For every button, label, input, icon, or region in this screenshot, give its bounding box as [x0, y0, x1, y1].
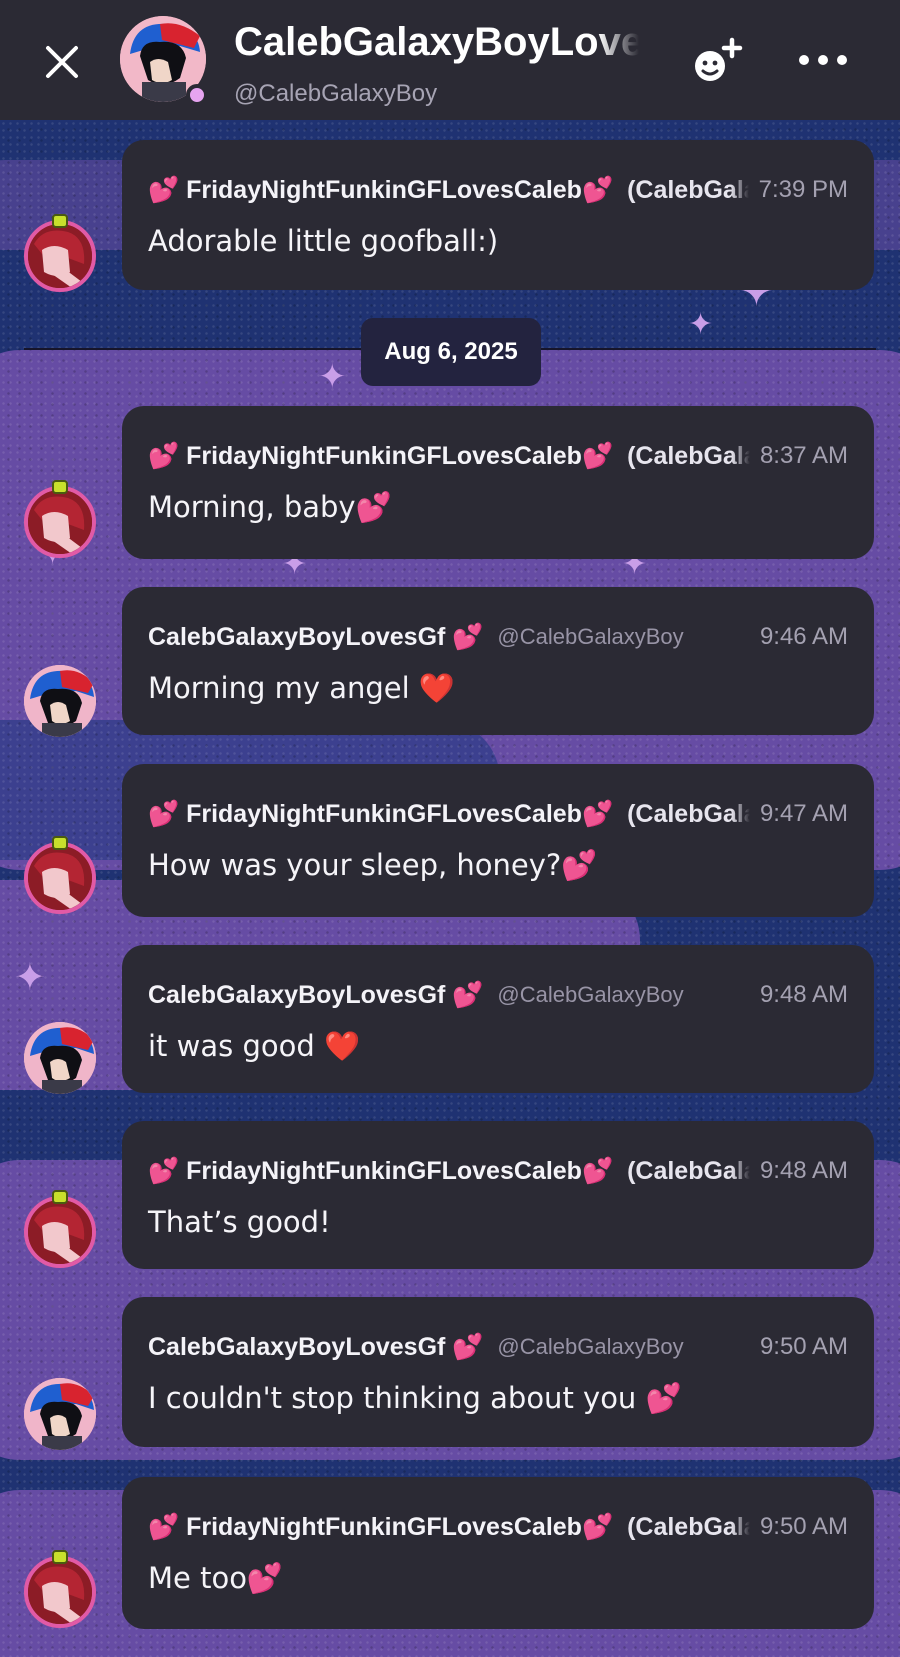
- message-text: Morning, baby💕: [148, 490, 392, 524]
- message-card[interactable]: 💕 FridayNightFunkinGFLovesCaleb💕 (CalebG…: [122, 1477, 874, 1629]
- message-header: CalebGalaxyBoyLovesGf 💕 @CalebGalaxyBoy …: [148, 1329, 848, 1365]
- avatar[interactable]: [24, 1022, 96, 1094]
- message-card[interactable]: 💕 FridayNightFunkinGFLovesCaleb💕 (CalebG…: [122, 764, 874, 917]
- timestamp: 9:47 AM: [759, 800, 848, 827]
- author-name[interactable]: CalebGalaxyBoyLovesGf 💕: [148, 981, 483, 1010]
- avatar[interactable]: [24, 1196, 96, 1268]
- sparkle-icon: ✦: [14, 955, 46, 999]
- author-tag: @CalebGalaxyBoy: [497, 1334, 684, 1359]
- timestamp: 9:46 AM: [759, 623, 848, 650]
- more-options-button[interactable]: [795, 42, 851, 78]
- avatar-image: [24, 665, 96, 737]
- message-header: 💕 FridayNightFunkinGFLovesCaleb💕 (CalebG…: [148, 172, 848, 208]
- avatar[interactable]: [24, 486, 96, 558]
- message-header: 💕 FridayNightFunkinGFLovesCaleb💕 (CalebG…: [148, 438, 848, 474]
- message-header: CalebGalaxyBoyLovesGf 💕 @CalebGalaxyBoy …: [148, 977, 848, 1013]
- message-card[interactable]: CalebGalaxyBoyLovesGf 💕 @CalebGalaxyBoy …: [122, 1297, 874, 1447]
- message-card[interactable]: CalebGalaxyBoyLovesGf 💕 @CalebGalaxyBoy …: [122, 587, 874, 735]
- message-text: Morning my angel ❤️: [148, 671, 456, 705]
- author-name[interactable]: 💕 FridayNightFunkinGFLovesCaleb💕: [148, 442, 613, 471]
- chat-header: CalebGalaxyBoyLovesGf @CalebGalaxyBoy: [0, 0, 900, 120]
- message-card[interactable]: 💕 FridayNightFunkinGFLovesCaleb💕 (CalebG…: [122, 406, 874, 559]
- message-header: 💕 FridayNightFunkinGFLovesCaleb💕 (CalebG…: [148, 1509, 848, 1545]
- author-name[interactable]: 💕 FridayNightFunkinGFLovesCaleb💕: [148, 1513, 613, 1542]
- author-name[interactable]: CalebGalaxyBoyLovesGf 💕: [148, 1333, 483, 1362]
- avatar[interactable]: [24, 842, 96, 914]
- timestamp: 7:39 PM: [758, 176, 848, 203]
- message-card[interactable]: CalebGalaxyBoyLovesGf 💕 @CalebGalaxyBoy …: [122, 945, 874, 1093]
- author-tag: (CalebGalaxyGirl): [627, 175, 749, 204]
- page-title[interactable]: CalebGalaxyBoyLovesGf: [234, 20, 639, 65]
- close-icon: [46, 46, 78, 78]
- close-button[interactable]: [36, 36, 88, 88]
- message-text: That’s good!: [148, 1205, 331, 1239]
- message-text: Me too💕: [148, 1561, 284, 1595]
- message-card[interactable]: 💕 FridayNightFunkinGFLovesCaleb💕 (CalebG…: [122, 140, 874, 290]
- add-friend-button[interactable]: [688, 36, 748, 86]
- message-text: I couldn't stop thinking about you 💕: [148, 1381, 682, 1415]
- message-header: CalebGalaxyBoyLovesGf 💕 @CalebGalaxyBoy …: [148, 619, 848, 655]
- avatar-image: [28, 846, 92, 910]
- author-name[interactable]: 💕 FridayNightFunkinGFLovesCaleb💕: [148, 800, 613, 829]
- status-badge: [52, 836, 68, 850]
- message-header: 💕 FridayNightFunkinGFLovesCaleb💕 (CalebG…: [148, 1153, 848, 1189]
- author-tag: (CalebGalaxyGirl): [627, 441, 750, 470]
- avatar[interactable]: [24, 220, 96, 292]
- timestamp: 8:37 AM: [759, 442, 848, 469]
- sparkle-icon: ✦: [688, 307, 714, 342]
- sparkle-icon: ✦: [318, 357, 347, 397]
- online-status-badge: [186, 84, 208, 106]
- message-header: 💕 FridayNightFunkinGFLovesCaleb💕 (CalebG…: [148, 796, 848, 832]
- username-subtitle: @CalebGalaxyBoy: [234, 80, 438, 107]
- avatar-image: [24, 1022, 96, 1094]
- more-icon: [799, 55, 847, 65]
- avatar-image: [28, 1560, 92, 1624]
- status-badge: [52, 480, 68, 494]
- author-name[interactable]: CalebGalaxyBoyLovesGf 💕: [148, 623, 483, 652]
- status-badge: [52, 1190, 68, 1204]
- avatar[interactable]: [24, 1378, 96, 1450]
- timestamp: 9:50 AM: [759, 1513, 848, 1540]
- timestamp: 9:48 AM: [759, 981, 848, 1008]
- avatar-image: [28, 1200, 92, 1264]
- timestamp: 9:50 AM: [759, 1333, 848, 1360]
- avatar-image: [28, 490, 92, 554]
- status-badge: [52, 214, 68, 228]
- author-tag: (CalebGalaxyGirl): [627, 1512, 750, 1541]
- avatar-image: [24, 1378, 96, 1450]
- message-text: Adorable little goofball:): [148, 224, 499, 258]
- author-tag: @CalebGalaxyBoy: [497, 624, 684, 649]
- add-friend-icon: [695, 37, 743, 81]
- status-badge: [52, 1550, 68, 1564]
- author-name[interactable]: 💕 FridayNightFunkinGFLovesCaleb💕: [148, 1157, 613, 1186]
- avatar[interactable]: [24, 1556, 96, 1628]
- author-name[interactable]: 💕 FridayNightFunkinGFLovesCaleb💕: [148, 176, 613, 205]
- message-card[interactable]: 💕 FridayNightFunkinGFLovesCaleb💕 (CalebG…: [122, 1121, 874, 1269]
- date-divider: Aug 6, 2025: [361, 318, 541, 386]
- message-text: it was good ❤️: [148, 1029, 361, 1063]
- author-tag: @CalebGalaxyBoy: [497, 982, 684, 1007]
- author-tag: (CalebGalaxyGirl): [627, 799, 750, 828]
- message-text: How was your sleep, honey?💕: [148, 848, 598, 882]
- author-tag: (CalebGalaxyGirl): [627, 1156, 750, 1185]
- avatar[interactable]: [24, 665, 96, 737]
- avatar-image: [28, 224, 92, 288]
- timestamp: 9:48 AM: [759, 1157, 848, 1184]
